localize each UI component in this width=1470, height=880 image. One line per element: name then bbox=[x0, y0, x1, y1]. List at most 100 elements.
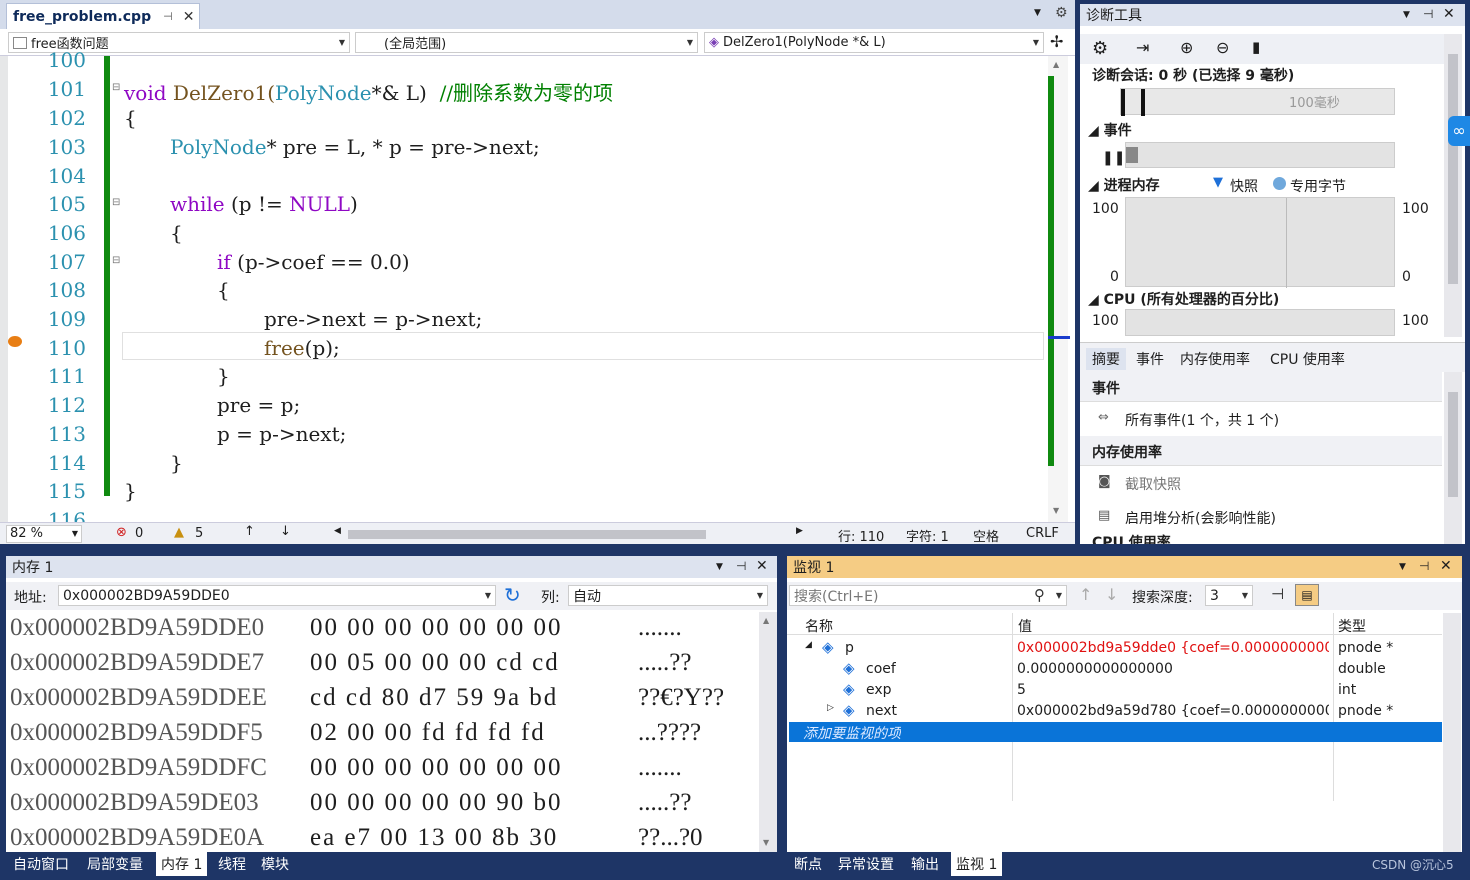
tab-watch-1[interactable]: 监视 1 bbox=[951, 852, 1003, 876]
settings-icon[interactable]: ⚙ bbox=[1092, 38, 1108, 59]
zoom-out-icon[interactable]: ⊖ bbox=[1216, 38, 1229, 57]
collapse-icon[interactable]: ⊟ bbox=[112, 255, 120, 266]
table-row[interactable]: ◢ ◈ p 0x000002bd9a59dde0 {coef=0.0000000… bbox=[787, 638, 1442, 659]
error-icon[interactable]: ⊗ bbox=[116, 525, 127, 540]
scroll-down-icon[interactable]: ▼ bbox=[763, 838, 769, 847]
take-snapshot-button[interactable]: 截取快照 bbox=[1125, 474, 1181, 494]
dropdown-icon[interactable]: ▼ bbox=[1399, 562, 1406, 572]
watch-name: exp bbox=[866, 682, 892, 698]
tab-summary[interactable]: 摘要 bbox=[1086, 348, 1126, 370]
watch-search-input[interactable]: 搜索(Ctrl+E) ⚲ ▼ bbox=[789, 585, 1067, 606]
watch-scrollbar[interactable] bbox=[1443, 613, 1461, 852]
all-events-link[interactable]: 所有事件(1 个，共 1 个) bbox=[1125, 410, 1279, 430]
tab-events[interactable]: 事件 bbox=[1136, 349, 1164, 369]
pin-icon[interactable]: ⊣ bbox=[1419, 559, 1429, 573]
scope-dropdown[interactable]: (全局范围) ▼ bbox=[355, 32, 698, 53]
timeline-ruler[interactable]: 100毫秒 bbox=[1120, 88, 1395, 116]
code-editor[interactable]: 100 101 102 103 104 105 106 107 108 109 … bbox=[0, 48, 1075, 532]
tab-overflow-icon[interactable]: ▼ bbox=[1034, 8, 1041, 18]
zoom-in-icon[interactable]: ⊕ bbox=[1180, 38, 1193, 57]
scroll-left-icon[interactable]: ◀ bbox=[334, 526, 341, 536]
pin-icon[interactable]: ⊣ bbox=[163, 10, 173, 23]
pin-icon[interactable]: ⊣ bbox=[1423, 7, 1433, 21]
pause-icon[interactable]: ❚❚ bbox=[1102, 150, 1125, 166]
events-icon: ⇔ bbox=[1098, 410, 1109, 425]
column-header-type[interactable]: 类型 bbox=[1338, 616, 1366, 636]
table-row[interactable]: ▷ ◈ next 0x000002bd9a59d780 {coef=0.0000… bbox=[787, 701, 1442, 722]
chart-icon[interactable]: ▮ bbox=[1252, 38, 1260, 56]
tab-exception-settings[interactable]: 异常设置 bbox=[833, 852, 899, 876]
dropdown-icon[interactable]: ▼ bbox=[716, 562, 723, 572]
collapse-icon[interactable]: ⊟ bbox=[112, 82, 120, 93]
close-icon[interactable]: ✕ bbox=[756, 558, 768, 574]
scroll-up-icon[interactable]: ▲ bbox=[763, 616, 769, 625]
refresh-icon[interactable]: ↻ bbox=[504, 583, 521, 607]
memory-dump[interactable]: 0x000002BD9A59DDE0 00 00 00 00 00 00 00 … bbox=[6, 612, 758, 852]
split-icon[interactable]: ✢ bbox=[1050, 32, 1063, 51]
scroll-up-icon[interactable]: ▲ bbox=[1053, 60, 1059, 69]
scroll-change-marker bbox=[1048, 76, 1054, 466]
watch-value[interactable]: 0x000002bd9a59d780 {coef=0.000000000000.… bbox=[1017, 703, 1329, 719]
scroll-thumb[interactable] bbox=[1448, 54, 1458, 284]
gear-icon[interactable]: ⚙ bbox=[1055, 5, 1068, 21]
code-line-113: p = p->next; bbox=[217, 422, 347, 446]
table-row[interactable]: ◈ coef 0.0000000000000000 double bbox=[787, 659, 1442, 680]
columns-dropdown[interactable]: 自动 ▼ bbox=[568, 585, 768, 606]
expander-icon[interactable]: ◢ bbox=[805, 640, 812, 650]
pin-icon[interactable]: ⊣ bbox=[736, 559, 746, 573]
diagnostic-scrollbar[interactable] bbox=[1444, 34, 1462, 337]
column-header-name[interactable]: 名称 bbox=[805, 616, 833, 636]
add-watch-placeholder[interactable]: 添加要监视的项 bbox=[803, 723, 901, 743]
hex-display-icon[interactable]: ▤ bbox=[1295, 584, 1319, 606]
events-section-header[interactable]: ◢ 事件 bbox=[1088, 120, 1132, 140]
arrow-down-icon[interactable]: ↓ bbox=[280, 524, 291, 539]
watch-value[interactable]: 5 bbox=[1017, 682, 1329, 698]
tab-breakpoints[interactable]: 断点 bbox=[789, 852, 827, 876]
watch-value[interactable]: 0x000002bd9a59dde0 {coef=0.000000000000.… bbox=[1017, 640, 1329, 656]
arrow-up-icon[interactable]: ↑ bbox=[244, 524, 255, 539]
function-dropdown[interactable]: ◈ DelZero1(PolyNode *& L) ▼ bbox=[704, 32, 1044, 53]
warning-icon[interactable]: ▲ bbox=[174, 525, 184, 540]
scroll-down-icon[interactable]: ▼ bbox=[1053, 506, 1059, 515]
memory-address: 0x000002BD9A59DDFC bbox=[10, 754, 267, 781]
column-header-value[interactable]: 值 bbox=[1018, 616, 1032, 636]
memory-section-header[interactable]: ◢ 进程内存 bbox=[1088, 175, 1160, 195]
line-ending-indicator[interactable]: CRLF bbox=[1026, 526, 1059, 541]
dropdown-icon[interactable]: ▼ bbox=[1403, 10, 1410, 20]
arrow-down-icon[interactable]: ↓ bbox=[1105, 585, 1118, 604]
tab-cpu-usage[interactable]: CPU 使用率 bbox=[1270, 349, 1345, 369]
pin-watch-icon[interactable]: ⊣ bbox=[1271, 585, 1284, 603]
close-icon[interactable]: ✕ bbox=[183, 9, 195, 25]
add-watch-row[interactable]: 添加要监视的项 bbox=[789, 722, 1442, 742]
collapse-icon[interactable]: ⊟ bbox=[112, 197, 120, 208]
field-icon: ◈ bbox=[843, 680, 855, 698]
scroll-right-icon[interactable]: ▶ bbox=[796, 526, 803, 536]
tab-locals[interactable]: 局部变量 bbox=[82, 852, 148, 876]
watch-value[interactable]: 0.0000000000000000 bbox=[1017, 661, 1329, 677]
tab-modules[interactable]: 模块 bbox=[256, 852, 294, 876]
tab-memory-1[interactable]: 内存 1 bbox=[156, 852, 208, 876]
tab-output[interactable]: 输出 bbox=[906, 852, 944, 876]
cpu-section-header[interactable]: ◢ CPU (所有处理器的百分比) bbox=[1088, 289, 1279, 309]
tab-memory-usage[interactable]: 内存使用率 bbox=[1180, 349, 1250, 369]
scroll-thumb[interactable] bbox=[1448, 392, 1458, 497]
error-count: 0 bbox=[135, 526, 144, 541]
document-tab[interactable]: free_problem.cpp ⊣ ✕ bbox=[6, 3, 200, 29]
memory-scrollbar[interactable]: ▲ ▼ bbox=[759, 612, 777, 852]
whitespace-indicator[interactable]: 空格 bbox=[973, 526, 999, 545]
depth-dropdown[interactable]: 3 ▼ bbox=[1205, 585, 1253, 606]
summary-scrollbar[interactable] bbox=[1444, 372, 1462, 544]
link-icon[interactable]: ∞ bbox=[1448, 116, 1470, 146]
close-icon[interactable]: ✕ bbox=[1440, 558, 1452, 574]
expander-icon[interactable]: ▷ bbox=[827, 703, 834, 713]
horizontal-scroll-thumb[interactable] bbox=[348, 530, 706, 539]
export-icon[interactable]: ⇥ bbox=[1136, 38, 1149, 57]
close-icon[interactable]: ✕ bbox=[1443, 6, 1455, 22]
tab-autos[interactable]: 自动窗口 bbox=[8, 852, 74, 876]
table-row[interactable]: ◈ exp 5 int bbox=[787, 680, 1442, 701]
address-input[interactable]: 0x000002BD9A59DDE0 ▼ bbox=[58, 585, 496, 606]
heap-profiling-link[interactable]: 启用堆分析(会影响性能) bbox=[1125, 508, 1276, 528]
zoom-dropdown[interactable]: 82 % ▼ bbox=[6, 525, 82, 543]
tab-threads[interactable]: 线程 bbox=[213, 852, 251, 876]
arrow-up-icon[interactable]: ↑ bbox=[1079, 585, 1092, 604]
